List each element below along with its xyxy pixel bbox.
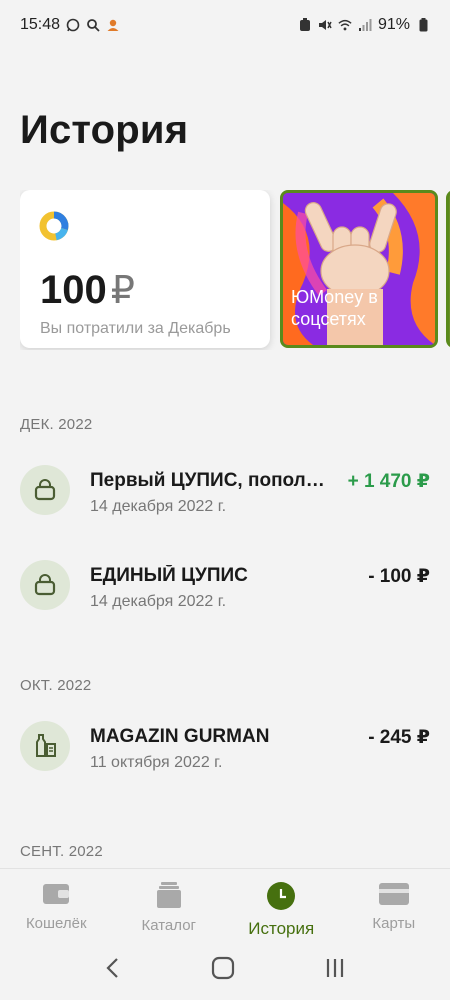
grocery-bottle-icon: [20, 721, 70, 771]
recents-icon[interactable]: [324, 957, 346, 984]
nav-catalog[interactable]: Каталог: [113, 869, 226, 940]
spending-currency: ₽: [110, 270, 135, 312]
transaction-date: 14 декабря 2022 г.: [90, 593, 227, 610]
page-title: История: [20, 108, 189, 152]
nav-wallet[interactable]: Кошелёк: [0, 869, 113, 940]
search-icon: [86, 18, 100, 32]
nav-label: Карты: [372, 915, 416, 932]
back-icon[interactable]: [104, 957, 122, 984]
transaction-title: MAGAZIN GURMAN: [90, 726, 270, 747]
transaction-amount: - 245 ₽: [368, 727, 430, 748]
transaction-title: Первый ЦУПИС, попол…: [90, 470, 325, 491]
nav-label: История: [248, 919, 315, 938]
next-card-peek[interactable]: [446, 190, 450, 348]
transaction-title: ЕДИНЫЙ ЦУПИС: [90, 565, 248, 586]
nav-label: Кошелёк: [25, 915, 87, 932]
bottom-navigation: Кошелёк Каталог История Карты: [0, 868, 450, 940]
clock-icon: [267, 882, 296, 910]
spending-amount: 100 ₽: [40, 268, 135, 313]
signal-icon: [358, 18, 372, 32]
battery-icon: [416, 18, 430, 32]
nav-label: Каталог: [141, 917, 197, 934]
spending-amount-value: 100: [40, 268, 107, 312]
transaction-amount: - 100 ₽: [368, 566, 430, 587]
battery-percent: 91%: [377, 16, 410, 33]
section-header-dec-2022: ДЕК. 2022: [20, 416, 93, 433]
transaction-date: 14 декабря 2022 г.: [90, 498, 227, 515]
spending-donut-icon: [39, 211, 69, 241]
spending-caption: Вы потратили за Декабрь: [40, 320, 231, 337]
system-navigation-bar: [0, 940, 450, 1000]
promo-card[interactable]: ЮMoney в соцсетях: [280, 190, 438, 348]
status-time: 15:48: [20, 16, 61, 33]
mute-icon: [318, 18, 332, 32]
transaction-row[interactable]: Первый ЦУПИС, попол… 14 декабря 2022 г. …: [20, 460, 430, 520]
transaction-row[interactable]: MAGAZIN GURMAN 11 октября 2022 г. - 245 …: [20, 716, 430, 776]
transaction-amount: + 1 470 ₽: [347, 471, 430, 492]
whatsapp-icon: [66, 18, 80, 32]
alarm-icon: [298, 18, 312, 32]
card-icon: [378, 883, 409, 905]
shopping-bag-icon: [20, 465, 70, 515]
transaction-row[interactable]: ЕДИНЫЙ ЦУПИС 14 декабря 2022 г. - 100 ₽: [20, 555, 430, 615]
shopping-bag-icon: [20, 560, 70, 610]
summary-cards: 100 ₽ Вы потратили за Декабрь ЮMoney в со…: [20, 190, 450, 350]
status-bar: 15:48 91%: [0, 0, 450, 50]
wifi-icon: [338, 18, 352, 32]
section-header-sep-2022: СЕНТ. 2022: [20, 843, 103, 860]
home-icon[interactable]: [211, 956, 235, 985]
nav-cards[interactable]: Карты: [338, 869, 450, 940]
wallet-icon: [43, 884, 70, 904]
app-notification-icon: [106, 18, 120, 32]
nav-history[interactable]: История: [225, 869, 338, 940]
transaction-date: 11 октября 2022 г.: [90, 754, 223, 771]
promo-text: ЮMoney в соцсетях: [291, 287, 378, 330]
spending-card[interactable]: 100 ₽ Вы потратили за Декабрь: [20, 190, 270, 348]
section-header-oct-2022: ОКТ. 2022: [20, 677, 92, 694]
catalog-icon: [156, 882, 181, 908]
